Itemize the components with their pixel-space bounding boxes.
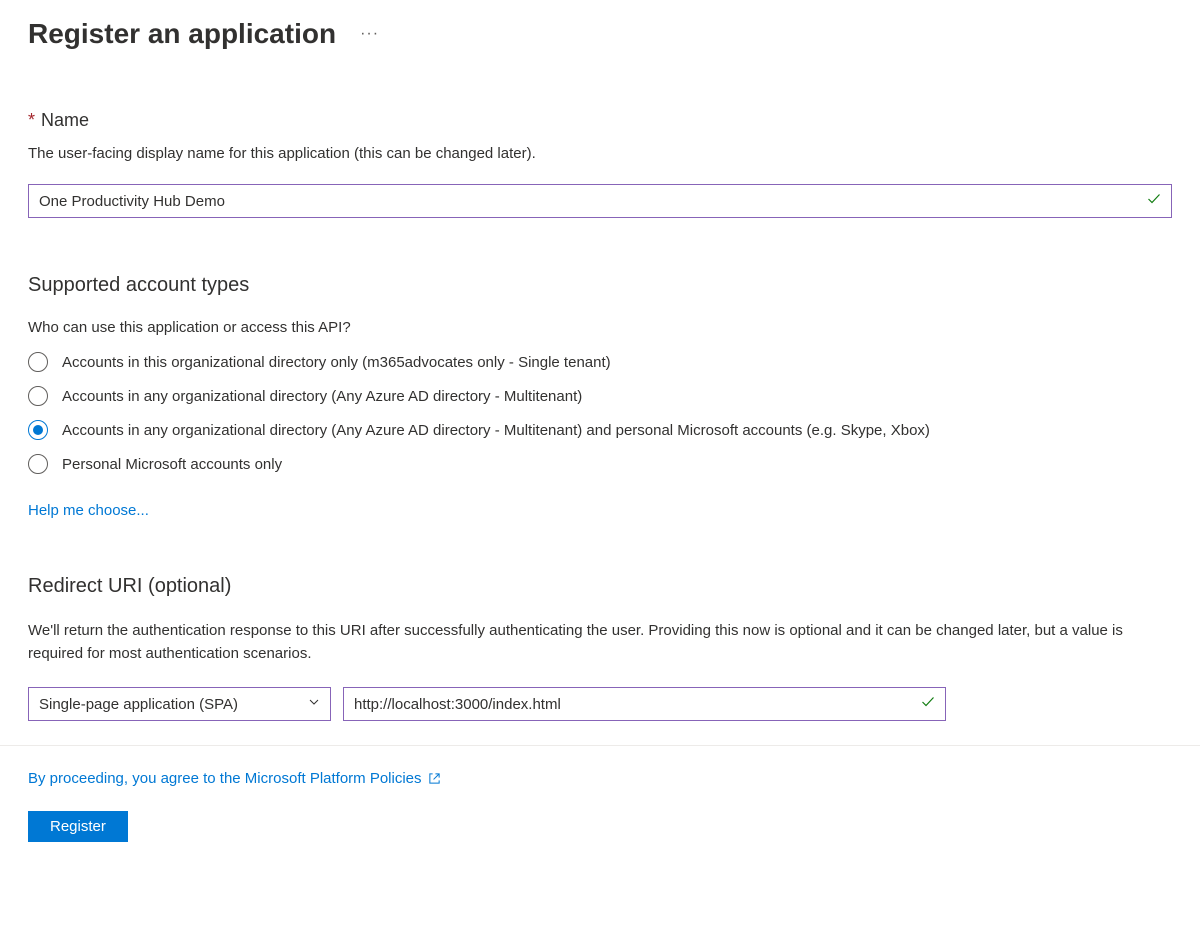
radio-icon: [28, 454, 48, 474]
platform-select-value: Single-page application (SPA): [39, 696, 238, 713]
footer-divider: [0, 745, 1200, 746]
register-button[interactable]: Register: [28, 811, 128, 842]
account-type-option-2[interactable]: Accounts in any organizational directory…: [28, 420, 1172, 440]
account-types-heading: Supported account types: [28, 274, 1172, 297]
name-input[interactable]: [28, 184, 1172, 218]
radio-icon: [28, 420, 48, 440]
account-type-option-1[interactable]: Accounts in any organizational directory…: [28, 386, 1172, 406]
radio-label: Accounts in any organizational directory…: [62, 388, 582, 405]
radio-icon: [28, 386, 48, 406]
radio-label: Personal Microsoft accounts only: [62, 456, 282, 473]
name-label-text: Name: [41, 110, 89, 131]
name-field-label: * Name: [28, 110, 1172, 131]
chevron-down-icon: [308, 695, 320, 713]
radio-icon: [28, 352, 48, 372]
account-type-option-3[interactable]: Personal Microsoft accounts only: [28, 454, 1172, 474]
platform-policies-link[interactable]: By proceeding, you agree to the Microsof…: [28, 770, 422, 787]
platform-select[interactable]: Single-page application (SPA): [28, 687, 331, 721]
name-field-description: The user-facing display name for this ap…: [28, 145, 1172, 162]
radio-label: Accounts in this organizational director…: [62, 354, 611, 371]
account-type-option-0[interactable]: Accounts in this organizational director…: [28, 352, 1172, 372]
redirect-uri-description: We'll return the authentication response…: [28, 620, 1168, 665]
more-icon[interactable]: ···: [360, 25, 379, 43]
redirect-uri-input[interactable]: [343, 687, 946, 721]
account-types-question: Who can use this application or access t…: [28, 319, 1172, 336]
account-types-radio-group: Accounts in this organizational director…: [28, 352, 1172, 474]
page-title: Register an application: [28, 18, 336, 50]
external-link-icon: [428, 772, 441, 785]
redirect-uri-heading: Redirect URI (optional): [28, 575, 1172, 598]
required-indicator: *: [28, 110, 35, 131]
help-me-choose-link[interactable]: Help me choose...: [28, 502, 149, 519]
radio-label: Accounts in any organizational directory…: [62, 422, 930, 439]
